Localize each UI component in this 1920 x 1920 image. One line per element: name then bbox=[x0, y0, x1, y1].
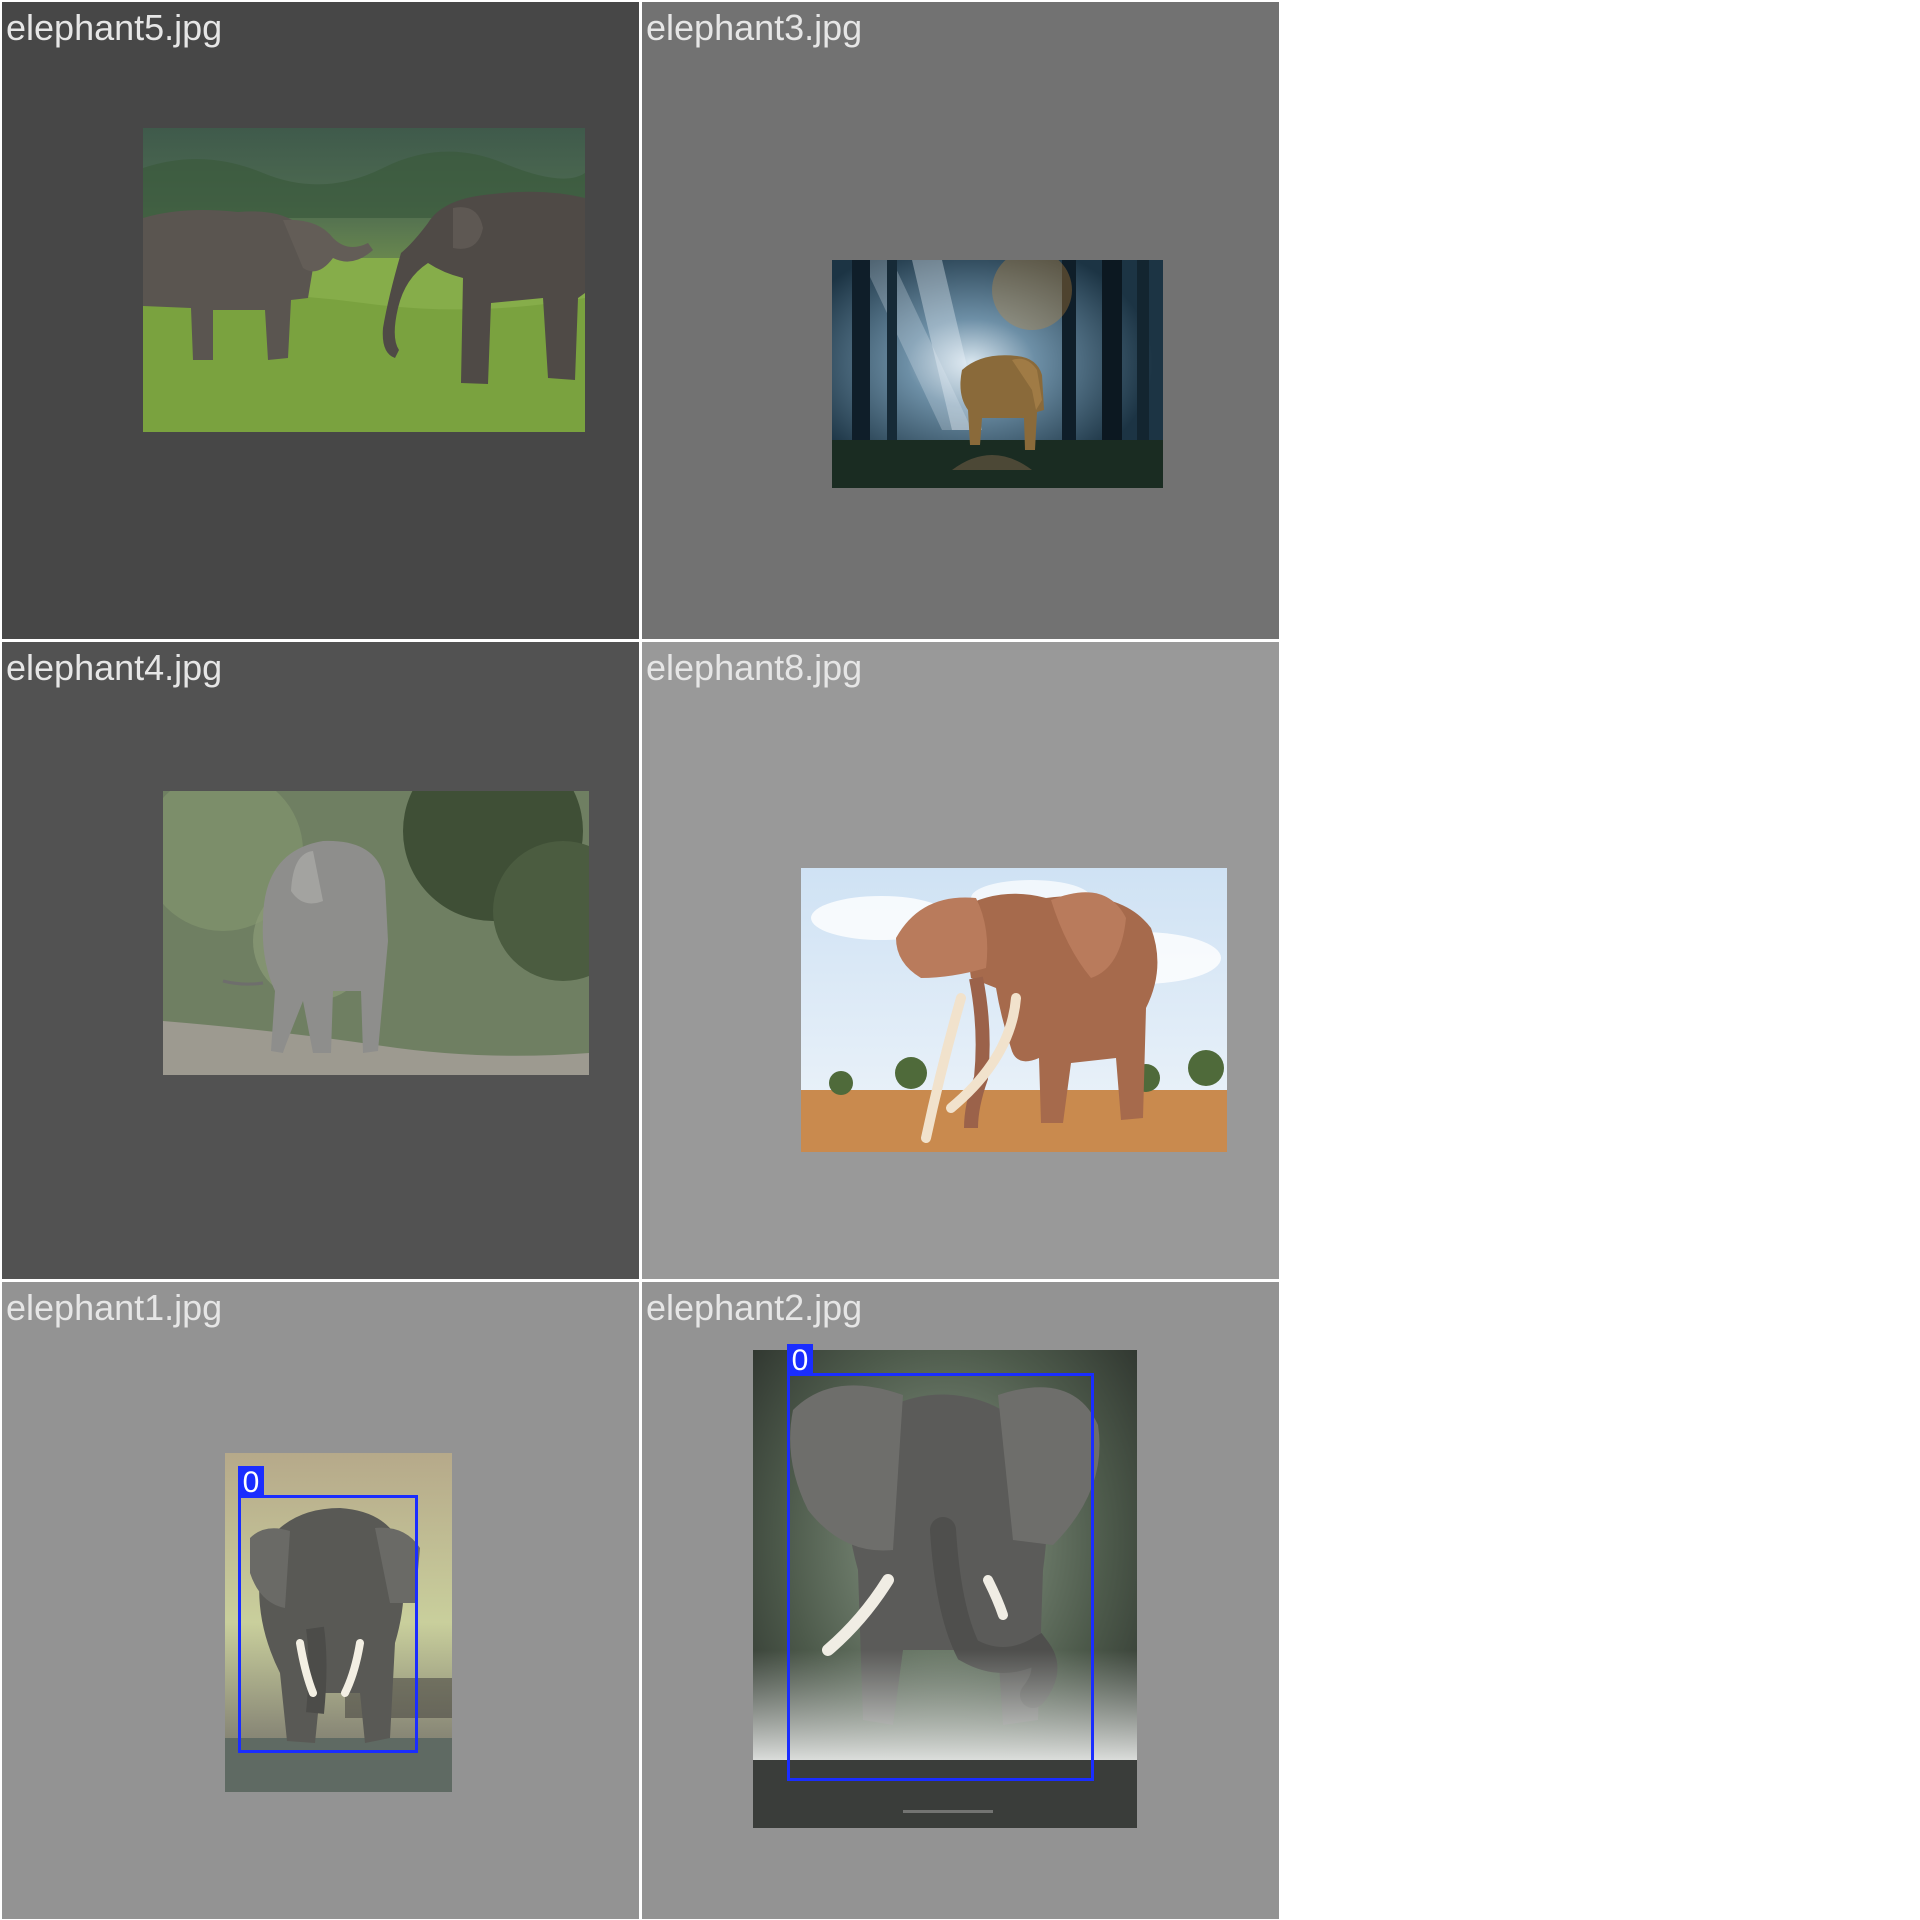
detection-class-label: 0 bbox=[238, 1466, 264, 1499]
image-filename-label: elephant1.jpg bbox=[6, 1287, 223, 1328]
elephant-photo bbox=[143, 128, 585, 432]
image-filename-label: elephant3.jpg bbox=[646, 7, 863, 48]
detection-bounding-box: 0 bbox=[787, 1344, 1094, 1781]
result-tile-elephant1[interactable]: elephant1.jpg 0 bbox=[2, 1282, 639, 1919]
image-filename-label: elephant2.jpg bbox=[646, 1287, 863, 1328]
result-tile-elephant2[interactable]: elephant2.jpg 0 bbox=[642, 1282, 1279, 1919]
image-filename-label: elephant4.jpg bbox=[6, 647, 223, 688]
detection-class-label: 0 bbox=[787, 1344, 813, 1377]
elephant-photo bbox=[163, 791, 589, 1075]
result-tile-elephant8[interactable]: elephant8.jpg bbox=[642, 642, 1279, 1279]
elephant-photo bbox=[801, 868, 1227, 1152]
result-tile-elephant5[interactable]: elephant5.jpg bbox=[2, 2, 639, 639]
result-tile-elephant3[interactable]: elephant3.jpg bbox=[642, 2, 1279, 639]
image-filename-label: elephant8.jpg bbox=[646, 647, 863, 688]
detection-bounding-box: 0 bbox=[238, 1466, 418, 1753]
detection-results-grid: elephant5.jpg elephant3.jpg elephant4.jp… bbox=[0, 0, 1920, 1920]
image-filename-label: elephant5.jpg bbox=[6, 7, 223, 48]
elephant-photo bbox=[832, 260, 1163, 488]
result-tile-elephant4[interactable]: elephant4.jpg bbox=[2, 642, 639, 1279]
